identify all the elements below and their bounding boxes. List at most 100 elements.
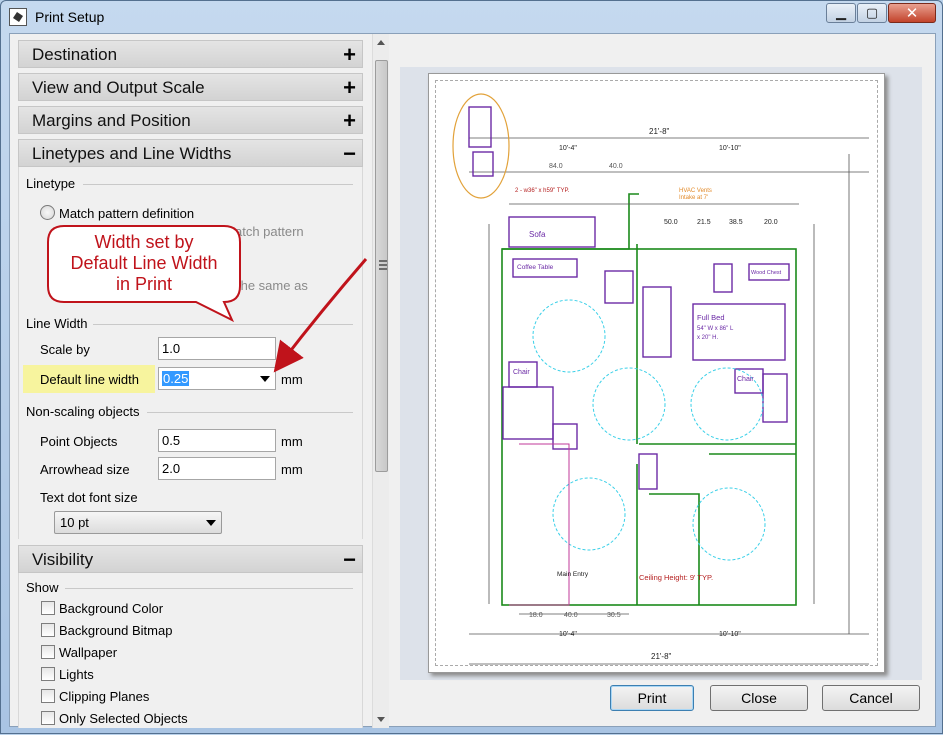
callout-line: Default Line Width — [70, 253, 218, 273]
collapse-icon[interactable]: − — [343, 141, 356, 167]
non-scaling-group-title: Non-scaling objects — [26, 404, 140, 419]
svg-text:Chair: Chair — [737, 376, 754, 383]
option-text-partial: atch pattern — [235, 224, 304, 239]
print-preview-area: 21'-8" 10'-4" 10'-10" 84.0 40.0 50.0 21.5… — [400, 67, 922, 680]
svg-text:84.0: 84.0 — [549, 163, 563, 170]
minimize-button[interactable]: ▁ — [826, 3, 856, 23]
point-objects-input[interactable]: 0.5 — [158, 429, 276, 452]
settings-panel: Destination + View and Output Scale + Ma… — [18, 40, 363, 728]
minimize-icon: ▁ — [836, 5, 846, 20]
annotation-callout: Width set by Default Line Width in Print — [46, 224, 242, 323]
rhino-app-icon — [9, 8, 27, 26]
svg-text:20.0: 20.0 — [764, 219, 778, 226]
floor-plan-drawing: 21'-8" 10'-4" 10'-10" 84.0 40.0 50.0 21.5… — [452, 93, 869, 665]
scroll-down-icon[interactable] — [377, 717, 385, 722]
section-margins-position[interactable]: Margins and Position + — [18, 106, 363, 134]
svg-text:38.5: 38.5 — [729, 219, 743, 226]
expand-icon[interactable]: + — [343, 75, 356, 101]
close-button[interactable]: Close — [710, 685, 808, 711]
svg-text:10'-4": 10'-4" — [559, 631, 577, 638]
svg-text:HVAC Vents: HVAC Vents — [679, 188, 712, 194]
close-icon: ✕ — [905, 5, 919, 22]
svg-text:40.0: 40.0 — [609, 163, 623, 170]
text-dot-font-combo[interactable]: 10 pt — [54, 511, 222, 534]
unit-label: mm — [281, 372, 303, 387]
dialog-client: Destination + View and Output Scale + Ma… — [9, 33, 936, 728]
linetype-group-title: Linetype — [26, 176, 76, 191]
splitter-grip-icon[interactable] — [379, 260, 387, 272]
svg-text:18.0: 18.0 — [529, 612, 543, 619]
svg-text:21.5: 21.5 — [697, 219, 711, 226]
scroll-up-icon[interactable] — [377, 40, 385, 45]
svg-text:Sofa: Sofa — [529, 230, 546, 239]
only-selected-objects-checkbox[interactable] — [41, 711, 55, 725]
svg-text:2 - w36" x h59" TYP.: 2 - w36" x h59" TYP. — [515, 188, 570, 194]
section-destination[interactable]: Destination + — [18, 40, 363, 68]
callout-line: in Print — [115, 274, 173, 294]
default-line-width-combo[interactable]: 0.25 — [158, 367, 276, 390]
linetypes-body: Linetype Match pattern definition atch p… — [18, 167, 363, 539]
window-title: Print Setup — [35, 9, 105, 25]
print-preview-paper: 21'-8" 10'-4" 10'-10" 84.0 40.0 50.0 21.5… — [428, 73, 885, 673]
wallpaper-checkbox[interactable] — [41, 645, 55, 659]
show-group-title: Show — [26, 580, 59, 595]
svg-text:Wood Chest: Wood Chest — [751, 270, 782, 276]
section-view-output-scale[interactable]: View and Output Scale + — [18, 73, 363, 101]
svg-text:Chair: Chair — [513, 369, 530, 376]
title-bar[interactable]: Print Setup ▁ ▢ ✕ — [1, 1, 942, 33]
scale-by-input[interactable]: 1.0 — [158, 337, 276, 360]
svg-text:Full Bed: Full Bed — [697, 313, 725, 322]
svg-text:10'-10": 10'-10" — [719, 145, 741, 152]
clipping-planes-checkbox[interactable] — [41, 689, 55, 703]
svg-text:21'-8": 21'-8" — [651, 652, 672, 661]
expand-icon[interactable]: + — [343, 42, 356, 68]
section-visibility[interactable]: Visibility − — [18, 545, 363, 573]
section-view-label: View and Output Scale — [32, 78, 205, 97]
checkbox-label: Background Color — [59, 601, 164, 616]
section-linetypes-label: Linetypes and Line Widths — [32, 144, 232, 163]
checkbox-label: Lights — [59, 667, 94, 682]
svg-text:30.5: 30.5 — [607, 612, 621, 619]
expand-icon[interactable]: + — [343, 108, 356, 134]
section-visibility-label: Visibility — [32, 550, 94, 569]
close-window-button[interactable]: ✕ — [888, 3, 936, 23]
scale-by-label: Scale by — [40, 342, 90, 357]
checkbox-label: Wallpaper — [59, 645, 118, 660]
visibility-body: Show Background Color Background Bitmap … — [18, 573, 363, 728]
svg-text:50.0: 50.0 — [664, 219, 678, 226]
chevron-down-icon — [206, 520, 216, 526]
background-color-checkbox[interactable] — [41, 601, 55, 615]
section-linetypes[interactable]: Linetypes and Line Widths − — [18, 139, 363, 167]
section-margins-label: Margins and Position — [32, 111, 191, 130]
svg-text:10'-10": 10'-10" — [719, 631, 741, 638]
text-dot-font-label: Text dot font size — [40, 490, 138, 505]
svg-text:21'-8": 21'-8" — [649, 127, 670, 136]
default-line-width-label: Default line width — [40, 372, 139, 387]
svg-text:10'-4": 10'-4" — [559, 145, 577, 152]
svg-text:Main Entry: Main Entry — [557, 571, 589, 578]
collapse-icon[interactable]: − — [343, 547, 356, 573]
unit-label: mm — [281, 462, 303, 477]
lights-checkbox[interactable] — [41, 667, 55, 681]
checkbox-label: Background Bitmap — [59, 623, 173, 638]
match-pattern-label: Match pattern definition — [59, 206, 195, 221]
chevron-down-icon — [260, 376, 270, 382]
unit-label: mm — [281, 434, 303, 449]
callout-line: Width set by — [94, 232, 194, 252]
section-destination-label: Destination — [32, 45, 118, 64]
cancel-button[interactable]: Cancel — [822, 685, 920, 711]
maximize-icon: ▢ — [865, 5, 879, 20]
maximize-button[interactable]: ▢ — [857, 3, 887, 23]
checkbox-label: Only Selected Objects — [59, 711, 188, 726]
checkbox-label: Clipping Planes — [59, 689, 150, 704]
svg-text:54" W x 86" L: 54" W x 86" L — [697, 326, 734, 332]
svg-text:Coffee Table: Coffee Table — [517, 264, 554, 271]
arrowhead-size-label: Arrowhead size — [40, 462, 130, 477]
panel-scrollbar[interactable] — [372, 34, 389, 728]
arrowhead-size-input[interactable]: 2.0 — [158, 457, 276, 480]
option-text-partial: the same as — [237, 278, 308, 293]
svg-text:x 20" H.: x 20" H. — [697, 335, 718, 341]
print-button[interactable]: Print — [610, 685, 694, 711]
background-bitmap-checkbox[interactable] — [41, 623, 55, 637]
match-pattern-radio[interactable] — [40, 205, 55, 220]
